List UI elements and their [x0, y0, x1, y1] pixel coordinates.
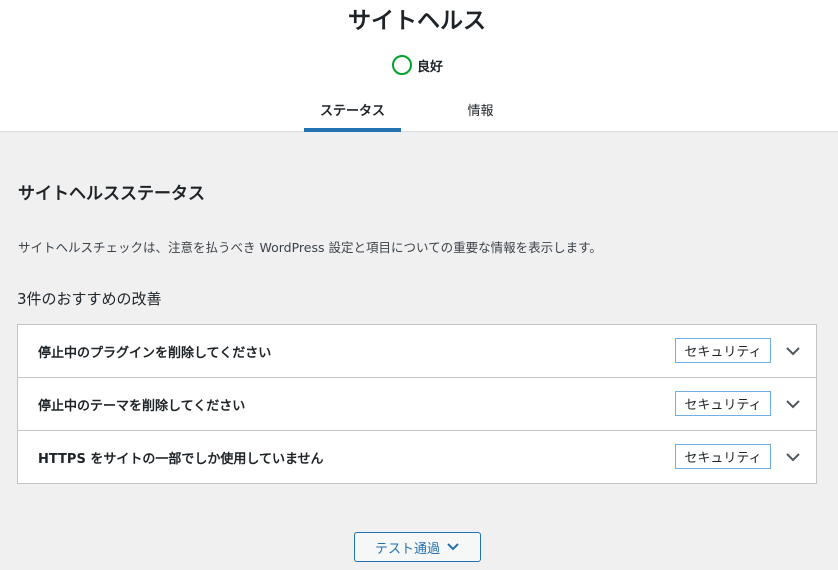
- chevron-down-icon[interactable]: [784, 342, 802, 360]
- recommended-count-heading: 3件のおすすめの改善: [17, 290, 162, 308]
- page-title: サイトヘルス: [348, 8, 486, 34]
- status-label: 良好: [417, 59, 444, 75]
- site-health-header: サイトヘルス 良好 ステータス 情報: [0, 0, 838, 132]
- health-status: 良好: [392, 54, 443, 76]
- status-circle-icon: [392, 55, 412, 75]
- tab-info[interactable]: 情報: [432, 86, 529, 132]
- issue-label: HTTPS をサイトの一部でしか使用していません: [38, 451, 324, 467]
- passed-tests-button[interactable]: テスト通過: [354, 532, 481, 562]
- section-description: サイトヘルスチェックは、注意を払うべき WordPress 設定と項目についての…: [18, 240, 602, 255]
- issue-row-inactive-plugins[interactable]: 停止中のプラグインを削除してください セキュリティ: [18, 325, 816, 378]
- chevron-down-icon: [447, 543, 459, 551]
- chevron-down-icon[interactable]: [784, 395, 802, 413]
- tab-status[interactable]: ステータス: [304, 86, 401, 132]
- chevron-down-icon[interactable]: [784, 448, 802, 466]
- security-badge: セキュリティ: [675, 444, 771, 469]
- issue-row-https[interactable]: HTTPS をサイトの一部でしか使用していません セキュリティ: [18, 431, 816, 484]
- security-badge: セキュリティ: [675, 338, 771, 363]
- passed-tests-label: テスト通過: [374, 541, 440, 557]
- issue-label: 停止中のプラグインを削除してください: [38, 345, 272, 361]
- issues-list: 停止中のプラグインを削除してください セキュリティ 停止中のテーマを削除してくだ…: [17, 324, 817, 484]
- issue-row-inactive-themes[interactable]: 停止中のテーマを削除してください セキュリティ: [18, 378, 816, 431]
- security-badge: セキュリティ: [675, 391, 771, 416]
- section-title: サイトヘルスステータス: [18, 184, 205, 204]
- issue-label: 停止中のテーマを削除してください: [38, 398, 246, 414]
- tab-bar: ステータス 情報: [0, 86, 838, 132]
